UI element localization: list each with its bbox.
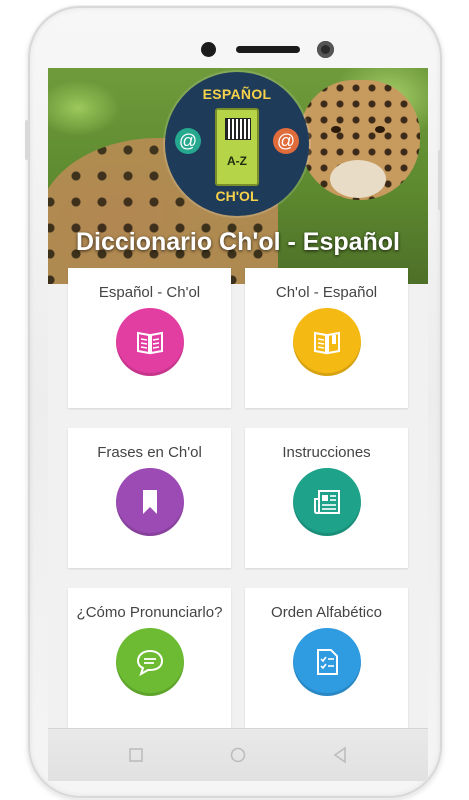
logo-bottom-text: CH'OL [215,188,259,204]
chat-bubble-icon [116,628,184,696]
power-button [438,150,442,210]
bookmark-icon [116,468,184,536]
card-label: Instrucciones [282,444,371,461]
menu-card-instrucciones[interactable]: Instrucciones [245,428,408,568]
newspaper-icon [293,468,361,536]
earpiece-speaker [236,46,300,53]
logo-top-text: ESPAÑOL [202,86,272,102]
card-label: Ch'ol - Español [275,284,378,301]
app-title: Diccionario Ch'ol - Español [75,228,401,256]
menu-card-orden-alfabetico[interactable]: Orden Alfabético [245,588,408,728]
app-logo: ESPAÑOL A-Z @ @ CH'OL [165,72,309,216]
menu-card-espanol-chol[interactable]: Español - Ch'ol [68,268,231,408]
proximity-sensor [317,41,334,58]
open-book-icon [293,308,361,376]
front-camera [201,42,216,57]
left-swirl-icon: @ [175,128,201,154]
jaguar-eye [331,126,341,133]
recents-square-icon[interactable] [124,743,148,767]
logo-book-text: A-Z [227,154,247,168]
card-label: Frases en Ch'ol [97,444,202,461]
open-book-icon [116,308,184,376]
checklist-icon [293,628,361,696]
jaguar-muzzle [330,160,386,198]
qr-code-icon [225,118,251,140]
header-banner: ESPAÑOL A-Z @ @ CH'OL Diccionario Ch'ol … [48,68,428,284]
android-navigation-bar [48,728,428,781]
dictionary-book-icon: A-Z [215,108,259,186]
menu-card-chol-espanol[interactable]: Ch'ol - Español [245,268,408,408]
card-label: Español - Ch'ol [98,284,201,301]
right-swirl-icon: @ [273,128,299,154]
card-label: ¿Cómo Pronunciarlo? [76,604,223,621]
home-circle-icon[interactable] [226,743,250,767]
card-label: Orden Alfabético [271,604,382,621]
jaguar-eye [375,126,385,133]
menu-card-frases[interactable]: Frases en Ch'ol [68,428,231,568]
volume-button [25,120,29,160]
menu-card-pronunciacion[interactable]: ¿Cómo Pronunciarlo? [68,588,231,728]
app-screen: ESPAÑOL A-Z @ @ CH'OL Diccionario Ch'ol … [48,68,428,728]
back-triangle-icon[interactable] [328,743,352,767]
